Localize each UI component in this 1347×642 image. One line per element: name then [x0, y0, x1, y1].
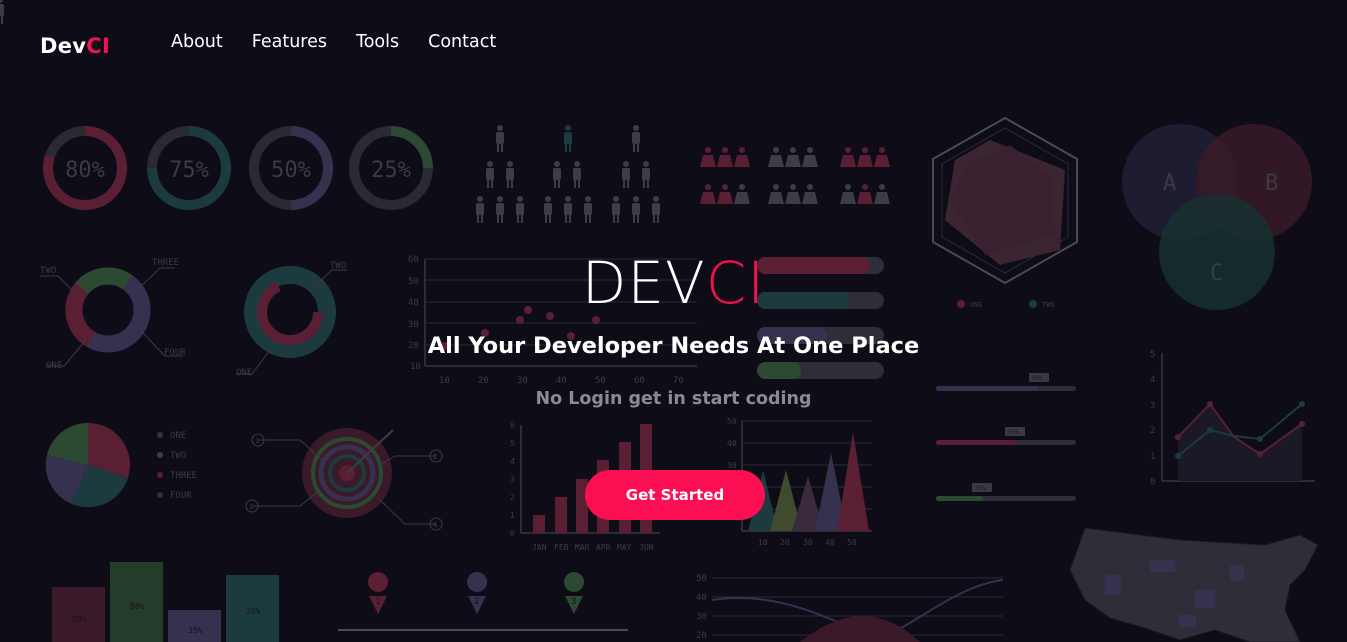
infographic-background: 80% 75% 50% 25% ONE TWO A B C TWO THREE …	[0, 0, 1319, 642]
wave-y-tick: 30	[696, 612, 707, 622]
nav-link-about[interactable]: About	[171, 32, 223, 52]
bar-month: APR	[596, 543, 611, 552]
landing-page: 80% 75% 50% 25% ONE TWO A B C TWO THREE …	[0, 0, 1347, 642]
triangle-x-tick: 30	[803, 538, 813, 547]
pie-chart: ONE TWO THREE FOUR	[45, 422, 197, 508]
bar-month: MAY	[617, 543, 632, 552]
hero-title-suffix: CI	[705, 249, 766, 317]
slider-tag: 50%	[1008, 429, 1019, 436]
hero-title-prefix: DEV	[581, 249, 706, 317]
venn-label: B	[1265, 171, 1278, 196]
scatter-x-tick: 20	[478, 376, 489, 386]
target-number: 1	[255, 437, 259, 445]
slider-tag: 80%	[1032, 375, 1043, 382]
scatter-x-tick: 30	[517, 376, 528, 386]
brand-prefix: Dev	[40, 34, 87, 58]
wave-y-tick: 50	[696, 574, 707, 584]
donut-row: 80% 75% 50% 25%	[43, 126, 433, 210]
bottom-bar-label: 70%	[246, 607, 261, 616]
scatter-x-tick: 70	[673, 376, 684, 386]
brand-logo[interactable]: DevCI	[40, 34, 110, 58]
donut-label: 50%	[271, 158, 311, 183]
pin-number: 2	[474, 597, 479, 607]
line-chart-right: 5 4 3 2 1 0	[1150, 350, 1315, 487]
bar-y-tick: 5	[510, 439, 515, 448]
target-graphic: 1 2 3 4	[245, 428, 443, 531]
bar-y-tick: 4	[510, 457, 515, 466]
bar-y-tick: 1	[510, 511, 515, 520]
bar-y-tick: 3	[510, 475, 515, 484]
triangle-y-tick: 40	[727, 439, 737, 448]
target-number: 2	[433, 453, 437, 461]
nav-link-contact[interactable]: Contact	[428, 32, 496, 52]
scatter-y-tick: 30	[408, 320, 419, 330]
bottom-bars: 50% 80% 35% 70%	[52, 562, 279, 642]
brand-suffix: CI	[86, 34, 111, 58]
bar-y-tick: 6	[510, 421, 515, 430]
scatter-x-tick: 40	[556, 376, 567, 386]
wave-chart: 50 40 30 20	[696, 574, 1004, 642]
line-y-tick: 4	[1150, 375, 1155, 385]
slider-tag: 20%	[975, 485, 986, 492]
triangle-x-tick: 50	[847, 538, 857, 547]
scatter-x-tick: 60	[634, 376, 645, 386]
target-number: 4	[433, 521, 437, 529]
bar-month: JUN	[639, 543, 654, 552]
scatter-x-tick: 10	[439, 376, 450, 386]
bar-month: JAN	[532, 543, 547, 552]
donut-label: 25%	[371, 158, 411, 183]
pie-legend-item: THREE	[170, 471, 197, 481]
scatter-y-tick: 10	[410, 362, 421, 372]
donut-label: 75%	[169, 158, 209, 183]
get-started-button[interactable]: Get Started	[585, 470, 765, 520]
wave-y-tick: 40	[696, 593, 707, 603]
bottom-bar-label: 35%	[188, 626, 203, 635]
nav-link-features[interactable]: Features	[252, 32, 327, 52]
pin-number: 1	[375, 597, 380, 607]
pin-timeline: 1 2 3	[338, 572, 628, 631]
us-map	[1069, 527, 1319, 642]
triangle-y-tick: 50	[727, 417, 737, 426]
line-y-tick: 2	[1150, 426, 1155, 436]
target-number: 3	[249, 503, 253, 511]
bar-month: FEB	[554, 543, 569, 552]
bottom-bar-label: 50%	[72, 615, 87, 624]
triangle-x-tick: 40	[825, 538, 835, 547]
venn-label: A	[1163, 171, 1176, 196]
ring-label: ONE	[46, 361, 62, 371]
top-navbar: DevCI About Features Tools Contact	[0, 0, 1347, 86]
line-y-tick: 0	[1150, 477, 1155, 487]
female-icons	[700, 147, 890, 204]
main-menu: About Features Tools Contact	[171, 32, 525, 52]
nav-link-tools[interactable]: Tools	[356, 32, 399, 52]
wave-y-tick: 20	[696, 631, 707, 641]
bar-y-tick: 2	[510, 493, 515, 502]
bottom-bar-label: 80%	[130, 602, 145, 611]
hero-subtitle: All Your Developer Needs At One Place	[427, 333, 920, 359]
scatter-x-tick: 50	[595, 376, 606, 386]
triangle-y-tick: 30	[727, 461, 737, 470]
donut-label: 80%	[65, 158, 105, 183]
hero-title: DEVCI	[0, 251, 1347, 315]
hero-note: No Login get in start coding	[535, 389, 812, 409]
line-y-tick: 1	[1150, 452, 1155, 462]
pie-legend-item: ONE	[170, 431, 186, 441]
triangle-x-tick: 20	[780, 538, 790, 547]
ring-label: ONE	[236, 368, 252, 378]
bar-month: MAR	[575, 543, 590, 552]
pin-number: 3	[571, 597, 576, 607]
pie-legend-item: FOUR	[170, 491, 192, 501]
bar-y-tick: 0	[510, 529, 515, 538]
pie-legend-item: TWO	[170, 451, 186, 461]
triangle-x-tick: 10	[758, 538, 768, 547]
